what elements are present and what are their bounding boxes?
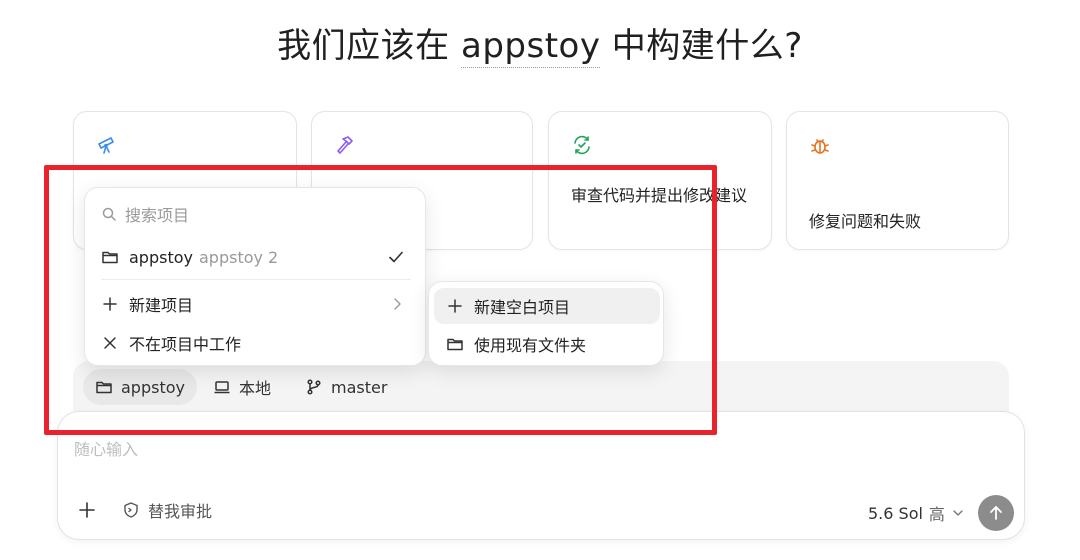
git-branch-icon (305, 378, 323, 396)
new-blank-project-label: 新建空白项目 (474, 298, 571, 317)
telescope-icon (96, 134, 118, 156)
plus-icon (101, 295, 119, 313)
prompt-input[interactable]: 随心输入 (74, 436, 138, 460)
reasoning-level: 高 (928, 505, 945, 524)
project-option-path: appstoy 2 (198, 247, 279, 267)
page-title-project[interactable]: appstoy (460, 26, 601, 68)
approve-mode-button[interactable]: 替我审批 (122, 498, 212, 522)
project-selector[interactable]: appstoy (83, 369, 197, 405)
folder-icon (101, 248, 119, 266)
project-option-name: appstoy (129, 247, 193, 267)
send-button[interactable] (978, 495, 1014, 531)
branch-selector[interactable]: master (293, 369, 399, 405)
branch-selector-label: master (331, 377, 388, 397)
close-icon (101, 334, 119, 352)
project-dropdown: 搜索项目 appstoy appstoy 2 新建项目 不在项目中工作 (84, 187, 426, 366)
hammer-icon (334, 134, 356, 156)
environment-selector[interactable]: 本地 (201, 369, 283, 405)
new-project-label: 新建项目 (129, 296, 194, 315)
new-project-menu-item[interactable]: 新建项目 (101, 289, 413, 319)
approve-mode-label: 替我审批 (148, 502, 213, 521)
page-title: 我们应该在 appstoy 中构建什么? (0, 18, 1080, 68)
use-existing-folder-label: 使用现有文件夹 (474, 336, 587, 355)
suggestion-card-review[interactable]: 审查代码并提出修改建议 (548, 111, 772, 250)
no-project-label: 不在项目中工作 (129, 335, 242, 354)
use-existing-folder-item[interactable]: 使用现有文件夹 (434, 326, 660, 362)
arrow-up-icon (987, 504, 1005, 522)
no-project-menu-item[interactable]: 不在项目中工作 (101, 328, 413, 358)
chevron-right-icon (389, 295, 405, 313)
checkmark-icon (387, 248, 405, 266)
project-search-input[interactable]: 搜索项目 (125, 202, 189, 226)
folder-icon (95, 378, 113, 396)
project-selector-label: appstoy (121, 377, 185, 397)
plus-icon (446, 297, 464, 315)
folder-icon (446, 335, 464, 353)
add-attachment-icon[interactable] (76, 499, 98, 521)
environment-selector-label: 本地 (239, 379, 272, 398)
suggestion-card-fix[interactable]: 修复问题和失败 (786, 111, 1009, 250)
menu-divider (101, 279, 411, 280)
page-title-prefix: 我们应该在 (277, 26, 450, 66)
review-icon (571, 134, 593, 156)
model-selector[interactable]: 5.6 Sol 高 (868, 501, 965, 525)
page-title-suffix: 中构建什么? (611, 26, 803, 66)
project-search[interactable]: 搜索项目 (101, 202, 189, 226)
bug-icon (809, 134, 831, 156)
composer: 随心输入 替我审批 5.6 Sol 高 (57, 411, 1025, 540)
new-project-submenu: 新建空白项目 使用现有文件夹 (428, 281, 664, 366)
search-icon (101, 206, 117, 222)
model-name: 5.6 Sol (868, 503, 923, 523)
shield-icon (122, 501, 140, 519)
suggestion-card-label: 审查代码并提出修改建议 (571, 186, 748, 205)
chevron-down-icon (951, 506, 965, 520)
laptop-icon (213, 378, 231, 396)
suggestion-card-label: 修复问题和失败 (809, 212, 922, 231)
new-blank-project-item[interactable]: 新建空白项目 (434, 288, 660, 324)
project-option-current[interactable]: appstoy appstoy 2 (101, 242, 413, 272)
